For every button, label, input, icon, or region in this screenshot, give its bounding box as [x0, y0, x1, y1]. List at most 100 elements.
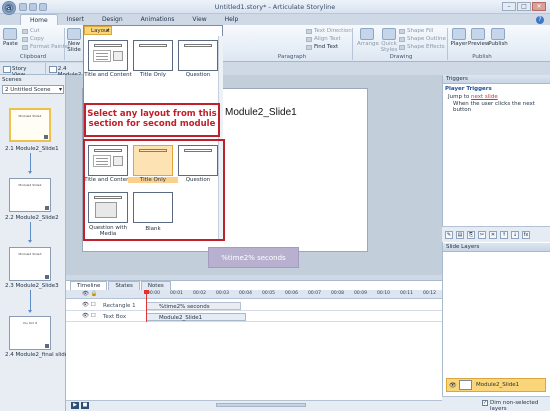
preview-button[interactable]: Preview: [468, 28, 490, 47]
trigger-condition: When the user clicks the next button: [453, 101, 535, 113]
quick-styles-icon: [382, 28, 396, 40]
ruler-tick: 00:04: [239, 291, 252, 296]
slide-title-text[interactable]: Module2_Slide1: [225, 107, 297, 118]
timeline-scrollbar[interactable]: [216, 403, 306, 407]
quick-styles-button[interactable]: Quick Styles: [380, 28, 398, 53]
bullets-shape: [93, 50, 111, 62]
tab-timeline[interactable]: Timeline: [70, 281, 108, 290]
ruler-tick: 00:01: [170, 291, 183, 296]
tab-help[interactable]: Help: [216, 14, 248, 25]
minimize-button[interactable]: –: [502, 2, 516, 11]
shape-effects-button[interactable]: Shape Effects: [399, 44, 445, 50]
dim-layers-checkbox[interactable]: ✓: [482, 400, 488, 406]
title-bar-shape: [94, 44, 122, 47]
slide-label-1: 2.1 Module2_Slide1: [5, 146, 59, 152]
edit-trigger-icon[interactable]: ✎: [445, 230, 453, 239]
help-icon[interactable]: ?: [536, 16, 544, 24]
copy-label: Copy: [30, 36, 44, 42]
layer-thumbnail: [459, 380, 472, 390]
new-trigger-icon[interactable]: ▤: [456, 230, 464, 239]
tab-notes[interactable]: Notes: [140, 281, 171, 290]
copy-button[interactable]: Copy: [22, 36, 44, 42]
timeline-playhead[interactable]: [144, 290, 149, 322]
scissors-icon: [22, 28, 28, 34]
close-button[interactable]: ✕: [532, 2, 546, 11]
tab-view[interactable]: View: [183, 14, 215, 25]
timeline-ruler[interactable]: 00:00 00:01 00:02 00:03 00:04 00:05 00:0…: [145, 290, 442, 299]
new-slide-button[interactable]: New Slide: [66, 28, 82, 53]
layout-title-and-content[interactable]: [88, 40, 128, 71]
scene-select[interactable]: 2 Untitled Scene: [2, 85, 64, 94]
publish-button[interactable]: Publish: [488, 28, 508, 47]
player-label: Player: [450, 41, 468, 47]
move-up-icon[interactable]: ↑: [500, 230, 508, 239]
tab-home[interactable]: Home: [20, 14, 58, 25]
ruler-tick: 00:05: [262, 291, 275, 296]
ribbon-separator: [352, 28, 353, 60]
shape-fill-button[interactable]: Shape Fill: [399, 28, 433, 34]
connector-arrow: [28, 222, 32, 243]
stop-button[interactable]: ■: [81, 402, 89, 409]
ribbon-separator: [64, 28, 65, 60]
header-visibility-icons[interactable]: 👁 🔒: [82, 291, 98, 297]
scenes-title: Scenes: [2, 77, 22, 83]
find-text-button[interactable]: Find Text: [306, 44, 338, 50]
pen-icon: [399, 36, 405, 42]
trigger-target-link[interactable]: next slide: [471, 94, 498, 100]
slide-label-4: 2.4 Module2_final slide: [5, 352, 69, 358]
ruler-tick: 00:02: [193, 291, 206, 296]
slide-layers-header: Slide Layers: [443, 243, 550, 252]
trigger-jump[interactable]: Jump to next slide: [448, 94, 498, 100]
play-button[interactable]: ▶: [71, 402, 79, 409]
player-icon: [452, 28, 466, 40]
move-down-icon[interactable]: ↓: [511, 230, 519, 239]
cut-trigger-icon[interactable]: ✂: [478, 230, 486, 239]
preview-label: Preview: [468, 41, 490, 47]
variables-icon[interactable]: fx: [522, 230, 530, 239]
publish-icon: [491, 28, 505, 40]
slide-thumbnail-4[interactable]: You Did It: [9, 316, 51, 350]
slide-thumbnail-1[interactable]: Module2 Slide1: [9, 108, 51, 142]
slide-marker-icon: [44, 135, 48, 139]
layout-title-only[interactable]: [133, 40, 173, 71]
tab-insert[interactable]: Insert: [58, 14, 93, 25]
ruler-tick: 00:10: [377, 291, 390, 296]
copy-trigger-icon[interactable]: ⎘: [467, 230, 475, 239]
player-button[interactable]: Player: [450, 28, 468, 47]
text-direction-button[interactable]: Text Direction: [306, 28, 352, 34]
align-text-button[interactable]: Align Text: [306, 36, 341, 42]
layout-button[interactable]: Layout: [84, 26, 112, 35]
slide-thumbnail-2[interactable]: Module2 Slide2: [9, 178, 51, 212]
tab-animations[interactable]: Animations: [132, 14, 184, 25]
timeline-object-name: Text Box: [103, 314, 127, 320]
timeline-bar[interactable]: Module2_Slide1: [146, 313, 246, 321]
row-eye-lock-icons[interactable]: 👁 ☐: [82, 313, 96, 319]
window-controls: – □ ✕: [502, 2, 546, 11]
timeline-bar[interactable]: %time2% seconds: [146, 302, 241, 310]
tab-states[interactable]: States: [108, 281, 140, 290]
paste-button[interactable]: Paste: [3, 28, 18, 47]
slide-marker-icon: [45, 206, 49, 210]
arrange-button[interactable]: Arrange: [357, 28, 379, 47]
maximize-button[interactable]: □: [517, 2, 531, 11]
thumb-title: Module2 Slide2: [18, 183, 42, 187]
eye-icon[interactable]: 👁: [449, 382, 457, 389]
copy-icon: [22, 36, 28, 42]
quick-styles-label: Quick Styles: [380, 41, 398, 53]
align-text-label: Align Text: [314, 36, 341, 42]
delete-trigger-icon[interactable]: ✕: [489, 230, 497, 239]
slide-thumbnail-3[interactable]: Module2 Slide3: [9, 247, 51, 281]
effects-icon: [399, 44, 405, 50]
row-eye-lock-icons[interactable]: 👁 ☐: [82, 302, 96, 308]
annotation-highlight-box: [83, 139, 225, 241]
story-view-tab[interactable]: Story View: [0, 63, 46, 78]
time-variable-box[interactable]: %time2% seconds: [208, 247, 299, 268]
connector-arrow: [28, 153, 32, 174]
thumb-title: You Did It: [22, 321, 38, 325]
paint-bucket-icon: [399, 28, 405, 34]
shape-outline-button[interactable]: Shape Outline: [399, 36, 446, 42]
layout-question[interactable]: [178, 40, 218, 71]
cut-button[interactable]: Cut: [22, 28, 39, 34]
connector-arrow: [28, 290, 32, 313]
tab-design[interactable]: Design: [93, 14, 132, 25]
